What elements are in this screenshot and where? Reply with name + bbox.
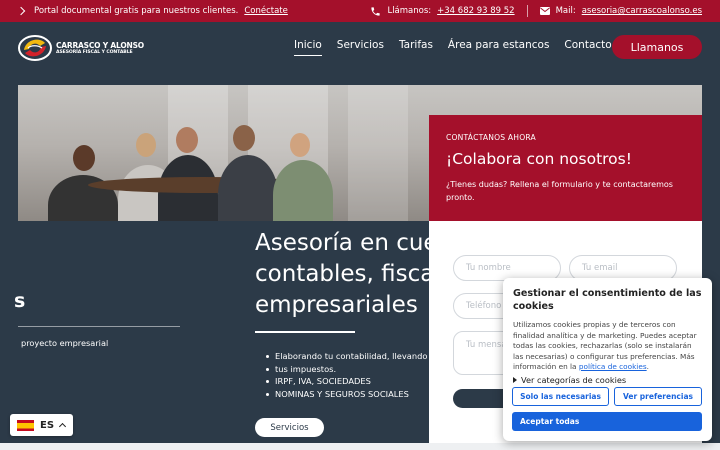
list-item: NOMINAS Y SEGUROS SOCIALES <box>263 388 431 401</box>
logo-text: CARRASCO Y ALONSO ASESORÍA FISCAL Y CONT… <box>56 41 144 55</box>
phone-link[interactable]: +34 682 93 89 52 <box>437 6 514 16</box>
hero-title-line: Asesoría en cuentas <box>255 230 429 256</box>
cookie-policy-link[interactable]: política de cookies <box>579 362 647 371</box>
logo[interactable]: CARRASCO Y ALONSO ASESORÍA FISCAL Y CONT… <box>18 35 144 61</box>
list-item-continuation: tus impuestos. <box>263 363 431 376</box>
necessary-only-button[interactable]: Solo las necesarias <box>512 387 609 406</box>
hero-divider <box>255 331 355 333</box>
services-list: Elaborando tu contabilidad, llevando tus… <box>263 350 431 400</box>
services-button[interactable]: Servicios <box>255 418 324 437</box>
call-button[interactable]: Llamanos <box>612 35 702 59</box>
preferences-button[interactable]: Ver preferencias <box>614 387 702 406</box>
cookie-categories-label: Ver categorías de cookies <box>521 374 627 385</box>
contact-panel: CONTÁCTANOS AHORA ¡Colabora con nosotros… <box>429 115 702 221</box>
cookie-title: Gestionar el consentimiento de las cooki… <box>513 288 702 312</box>
bottom-strip <box>0 443 720 450</box>
portal-text: Portal documental gratis para nuestros c… <box>34 6 239 16</box>
spain-flag-icon <box>17 419 34 431</box>
nav-item-inicio[interactable]: Inicio <box>294 39 322 56</box>
logo-icon <box>18 35 52 61</box>
list-item: IRPF, IVA, SOCIEDADES <box>263 375 431 388</box>
nav-item-contacto[interactable]: Contacto <box>564 39 611 55</box>
accept-all-button[interactable]: Aceptar todas <box>512 412 702 431</box>
hero-title-line: contables, fiscales y <box>255 261 429 287</box>
nav-item-area-estancos[interactable]: Área para estancos <box>448 39 550 55</box>
contact-title: ¡Colabora con nosotros! <box>446 150 632 168</box>
left-panel-letter: s <box>14 290 26 312</box>
cookie-body: Utilizamos cookies propias y de terceros… <box>513 320 697 371</box>
mail-label: Mail: <box>555 6 576 16</box>
triangle-right-icon <box>513 376 517 383</box>
site-header: CARRASCO Y ALONSO ASESORÍA FISCAL Y CONT… <box>0 22 720 74</box>
left-divider <box>18 326 180 327</box>
contact-description: ¿Tienes dudas? Rellena el formulario y t… <box>446 180 673 202</box>
logo-tagline: ASESORÍA FISCAL Y CONTABLE <box>56 50 133 55</box>
list-item: Elaborando tu contabilidad, llevando tus <box>263 350 431 363</box>
chevron-up-icon <box>59 422 67 431</box>
language-selector[interactable]: ES <box>10 414 73 436</box>
portal-notice: Portal documental gratis para nuestros c… <box>0 6 288 16</box>
contact-kicker: CONTÁCTANOS AHORA <box>446 133 536 142</box>
main-nav: Inicio Servicios Tarifas Área para estan… <box>294 39 612 56</box>
contact-info: Llámanos: +34 682 93 89 52 Mail: asesori… <box>370 0 702 22</box>
divider <box>526 5 528 17</box>
chevron-right-icon <box>16 6 26 16</box>
mail-icon <box>539 7 550 15</box>
nav-item-tarifas[interactable]: Tarifas <box>399 39 433 55</box>
phone-label: Llámanos: <box>387 6 432 16</box>
logo-name: CARRASCO Y ALONSO <box>56 41 144 50</box>
nav-item-servicios[interactable]: Servicios <box>337 39 384 55</box>
language-code: ES <box>40 419 55 431</box>
left-panel-text: proyecto empresarial <box>21 338 109 348</box>
cookie-categories-toggle[interactable]: Ver categorías de cookies <box>513 375 702 385</box>
hero-title-line: empresariales <box>255 292 418 318</box>
top-bar: Portal documental gratis para nuestros c… <box>0 0 720 22</box>
mail-link[interactable]: asesoria@carrascoalonso.es <box>582 6 702 16</box>
portal-login-link[interactable]: Conéctate <box>244 6 288 16</box>
cookie-consent-dialog: Gestionar el consentimiento de las cooki… <box>503 278 712 441</box>
hero-title: Asesoría en cuentas contables, fiscales … <box>255 228 429 322</box>
phone-icon <box>370 6 381 17</box>
